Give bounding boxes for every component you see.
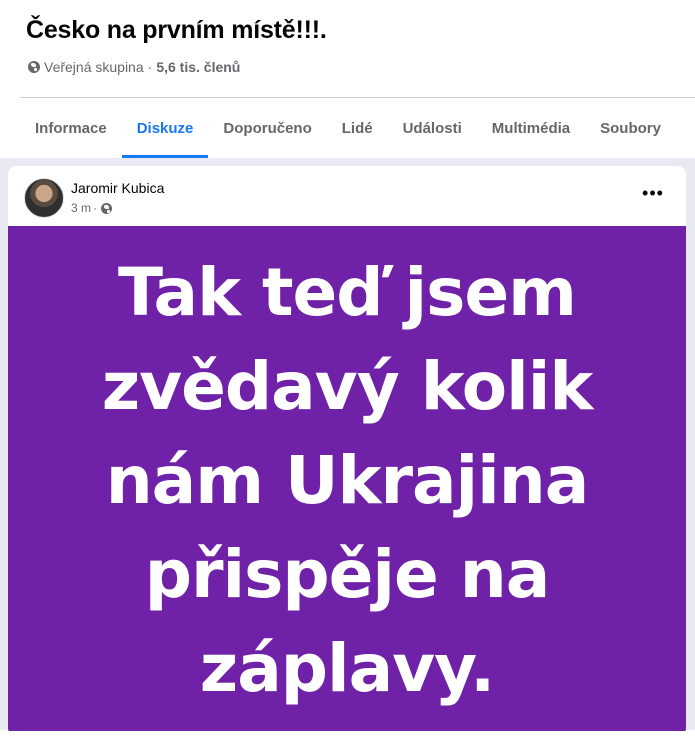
tab-multimedia[interactable]: Multimédia: [477, 98, 585, 158]
globe-icon: [28, 61, 40, 73]
tab-informace[interactable]: Informace: [20, 98, 122, 158]
discussion-feed: Jaromir Kubica 3 m · ••• Tak teď jsem zv…: [0, 158, 695, 736]
image-text-line: nám Ukrajina: [105, 441, 590, 519]
post-image[interactable]: Tak teď jsem zvědavý kolik nám Ukrajina …: [8, 226, 686, 731]
image-text-line: Tak teď jsem: [118, 253, 577, 331]
group-title[interactable]: Česko na prvním místě!!!.: [26, 16, 327, 45]
post-meta: 3 m ·: [71, 201, 113, 215]
group-header: Česko na prvním místě!!!. Veřejná skupin…: [0, 0, 695, 97]
tab-doporuceno[interactable]: Doporučeno: [208, 98, 326, 158]
image-text-line: zvědavý kolik: [101, 347, 594, 425]
tab-udalosti[interactable]: Události: [388, 98, 477, 158]
post-time[interactable]: 3 m: [71, 201, 91, 215]
post-meta-separator: ·: [93, 201, 98, 215]
group-tabs: Informace Diskuze Doporučeno Lidé Událos…: [20, 98, 676, 158]
more-options-icon[interactable]: •••: [642, 184, 664, 208]
group-meta: Veřejná skupina · 5,6 tis. členů: [28, 59, 240, 75]
globe-icon: [101, 202, 113, 214]
post-card: Jaromir Kubica 3 m · ••• Tak teď jsem zv…: [8, 166, 686, 736]
avatar[interactable]: [24, 178, 64, 218]
tab-lide[interactable]: Lidé: [327, 98, 388, 158]
post-author[interactable]: Jaromir Kubica: [71, 180, 164, 196]
image-text-line: přispěje na: [144, 535, 551, 613]
meta-separator: ·: [147, 59, 153, 75]
tab-diskuze[interactable]: Diskuze: [121, 98, 209, 158]
tab-soubory[interactable]: Soubory: [585, 98, 676, 158]
image-text-line: záplavy.: [199, 629, 495, 707]
group-members[interactable]: 5,6 tis. členů: [156, 59, 240, 75]
group-privacy: Veřejná skupina: [44, 59, 144, 75]
